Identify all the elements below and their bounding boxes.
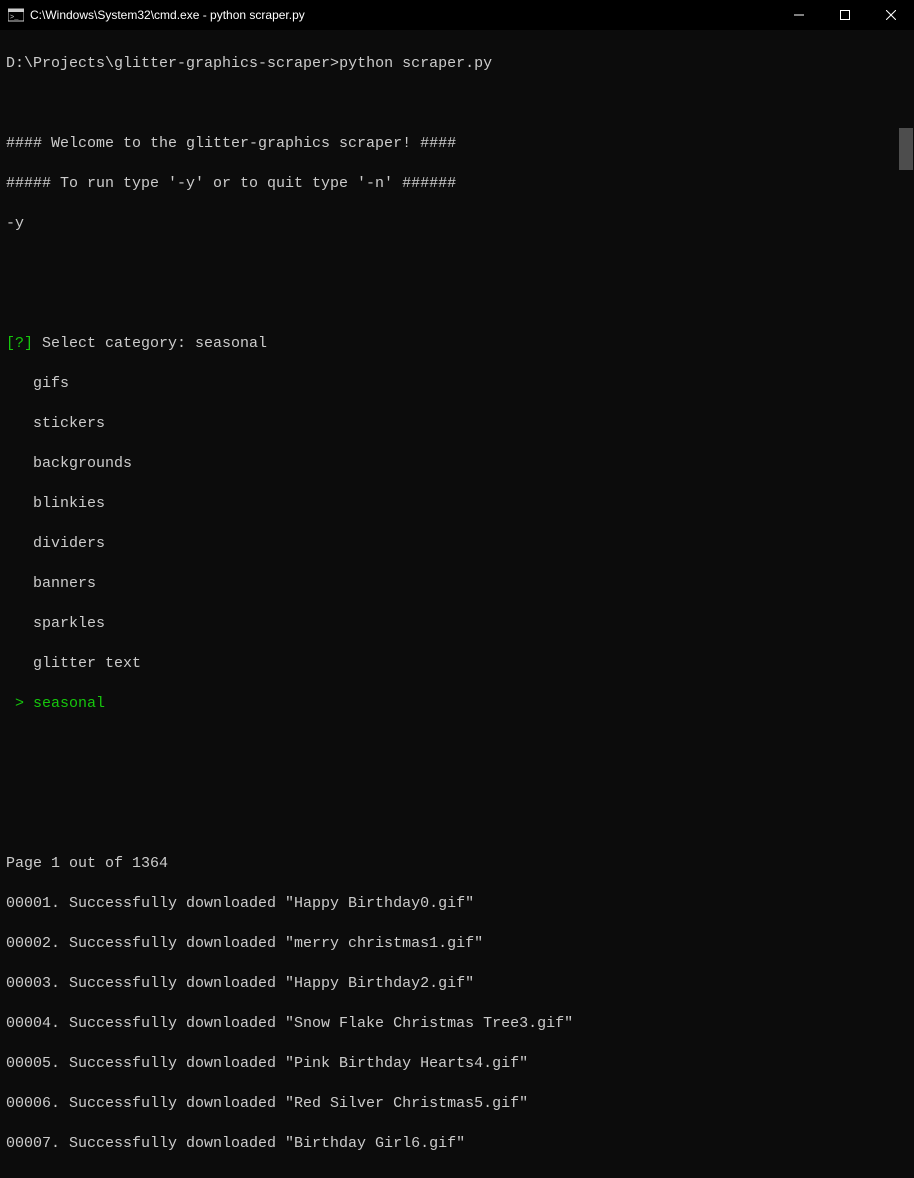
option-label: backgrounds — [33, 455, 132, 472]
scrollbar-thumb[interactable] — [899, 128, 913, 170]
minimize-button[interactable] — [776, 0, 822, 30]
select-prefix: [?] — [6, 335, 33, 352]
download-line: 00002. Successfully downloaded "merry ch… — [6, 934, 908, 954]
cursor-marker: > — [6, 695, 33, 712]
select-cursor-line: > seasonal — [6, 694, 908, 714]
option-label: blinkies — [33, 495, 105, 512]
download-line: 00005. Successfully downloaded "Pink Bir… — [6, 1054, 908, 1074]
blank-line — [6, 294, 908, 314]
select-option: stickers — [6, 414, 908, 434]
select-option: backgrounds — [6, 454, 908, 474]
select-text: Select category: — [33, 335, 195, 352]
select-option: sparkles — [6, 614, 908, 634]
cursor-value: seasonal — [33, 695, 105, 712]
select-option: gifs — [6, 374, 908, 394]
select-option: blinkies — [6, 494, 908, 514]
pager-line: Page 1 out of 1364 — [6, 854, 908, 874]
prompt-line: D:\Projects\glitter-graphics-scraper>pyt… — [6, 54, 908, 74]
welcome-line-2: ##### To run type '-y' or to quit type '… — [6, 174, 908, 194]
download-line: 00006. Successfully downloaded "Red Silv… — [6, 1094, 908, 1114]
svg-text:>_: >_ — [10, 14, 19, 22]
close-button[interactable] — [868, 0, 914, 30]
terminal-output[interactable]: D:\Projects\glitter-graphics-scraper>pyt… — [0, 30, 914, 1178]
option-label: glitter text — [33, 655, 141, 672]
window-title: C:\Windows\System32\cmd.exe - python scr… — [30, 8, 776, 22]
download-line: 00007. Successfully downloaded "Birthday… — [6, 1134, 908, 1154]
prompt-command: python scraper.py — [339, 55, 492, 72]
option-label: stickers — [33, 415, 105, 432]
select-value: seasonal — [195, 335, 267, 352]
prompt-path: D:\Projects\glitter-graphics-scraper> — [6, 55, 339, 72]
option-label: sparkles — [33, 615, 105, 632]
blank-line — [6, 774, 908, 794]
cmd-icon: >_ — [8, 7, 24, 23]
download-line: 00003. Successfully downloaded "Happy Bi… — [6, 974, 908, 994]
user-input: -y — [6, 214, 908, 234]
download-line: 00001. Successfully downloaded "Happy Bi… — [6, 894, 908, 914]
option-label: gifs — [33, 375, 69, 392]
select-option: dividers — [6, 534, 908, 554]
welcome-line-1: #### Welcome to the glitter-graphics scr… — [6, 134, 908, 154]
vertical-scrollbar[interactable] — [898, 30, 914, 596]
select-option: glitter text — [6, 654, 908, 674]
terminal-icon: >_ — [8, 7, 24, 23]
maximize-icon — [840, 10, 850, 20]
blank-line — [6, 254, 908, 274]
window-controls — [776, 0, 914, 30]
option-label: banners — [33, 575, 96, 592]
maximize-button[interactable] — [822, 0, 868, 30]
option-label: dividers — [33, 535, 105, 552]
blank-line — [6, 814, 908, 834]
minimize-icon — [794, 10, 804, 20]
close-icon — [886, 10, 896, 20]
select-option: banners — [6, 574, 908, 594]
blank-line — [6, 734, 908, 754]
select-prompt: [?] Select category: seasonal — [6, 334, 908, 354]
download-line: 00004. Successfully downloaded "Snow Fla… — [6, 1014, 908, 1034]
window-titlebar: >_ C:\Windows\System32\cmd.exe - python … — [0, 0, 914, 30]
blank-line — [6, 94, 908, 114]
